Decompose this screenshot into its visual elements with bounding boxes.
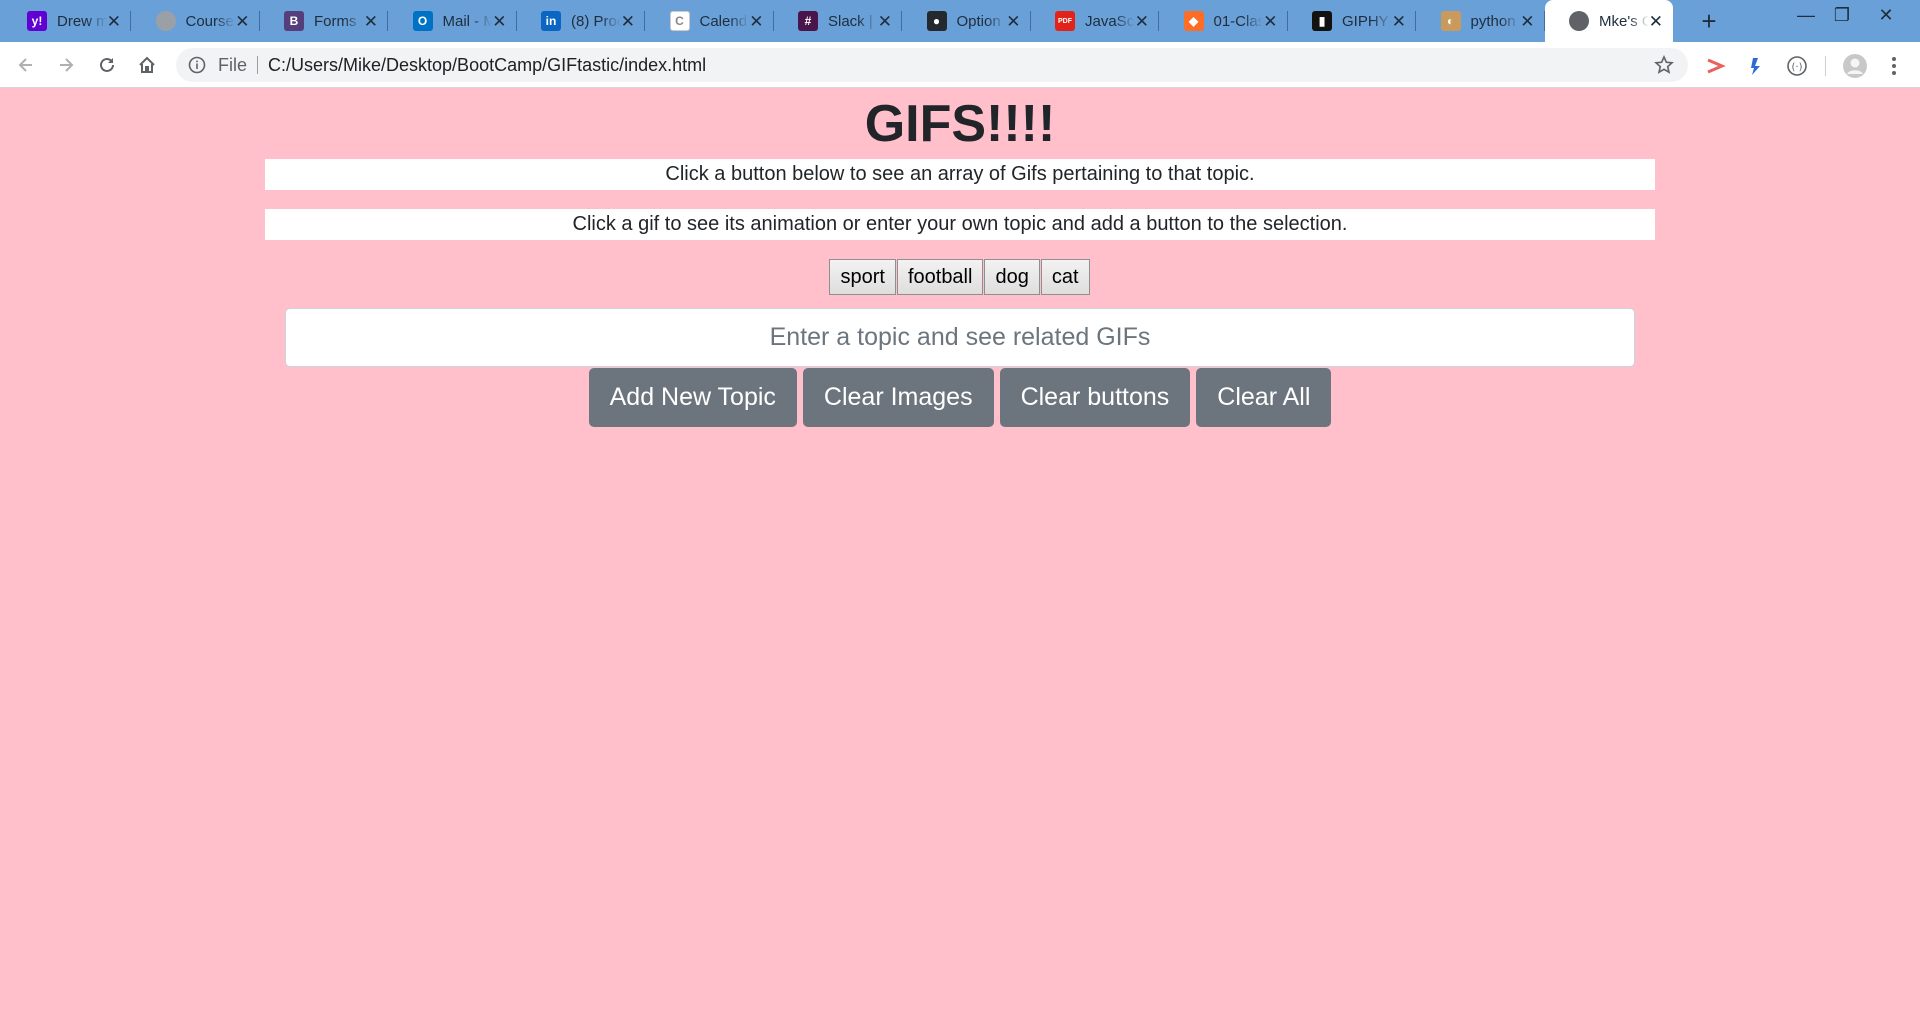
cast-extension-icon[interactable] [1704, 55, 1726, 77]
browser-tab[interactable]: in (8) Proc ✕ [517, 0, 645, 42]
tab-title: Mke's G [1599, 12, 1649, 30]
menu-kebab-icon[interactable] [1883, 55, 1905, 77]
tab-title: Course [185, 12, 234, 30]
url-text[interactable]: C:/Users/Mike/Desktop/BootCamp/GIFtastic… [268, 55, 706, 76]
clear-buttons-button[interactable]: Clear buttons [999, 368, 1191, 427]
extension-icon[interactable] [1745, 55, 1767, 77]
info-icon[interactable] [188, 56, 206, 74]
close-tab-icon[interactable]: ✕ [749, 13, 763, 30]
globe-icon [155, 11, 176, 31]
tab-title: Option [956, 12, 1001, 30]
browser-tab[interactable]: ● Option ✕ [903, 0, 1031, 42]
topic-button[interactable]: dog [984, 259, 1040, 295]
topic-button[interactable]: sport [829, 259, 896, 295]
new-tab-button[interactable]: + [1694, 6, 1724, 36]
page-content: GIFS!!!! Click a button below to see an … [0, 88, 1920, 1032]
add-new-topic-button[interactable]: Add New Topic [588, 368, 797, 427]
topic-button[interactable]: football [896, 259, 984, 295]
yahoo-icon: y! [27, 11, 47, 31]
home-icon[interactable] [131, 49, 163, 81]
giphy-icon: ▮ [1312, 11, 1332, 31]
close-tab-icon[interactable]: ✕ [364, 13, 378, 30]
reload-icon[interactable] [91, 49, 123, 81]
tracker-extension-icon[interactable]: (·) [1786, 55, 1808, 77]
browser-tab[interactable]: PDF JavaScr ✕ [1031, 0, 1159, 42]
outlook-icon: O [412, 11, 433, 31]
browser-tab[interactable]: O Mail - M ✕ [389, 0, 517, 42]
scheme-divider [257, 56, 259, 74]
bootstrap-icon: B [284, 11, 304, 31]
topic-button[interactable]: cat [1040, 259, 1090, 295]
browser-tab[interactable]: ▮ GIPHY ✕ [1288, 0, 1416, 42]
forward-icon[interactable] [50, 49, 82, 81]
browser-tab[interactable]: B Forms ✕ [260, 0, 388, 42]
browser-tab[interactable]: y! Drew m ✕ [3, 0, 131, 42]
browser-tab[interactable]: Course ✕ [132, 0, 260, 42]
close-tab-icon[interactable]: ✕ [492, 13, 506, 30]
gitlab-icon: ◆ [1183, 11, 1204, 31]
address-bar[interactable]: File C:/Users/Mike/Desktop/BootCamp/GIFt… [176, 48, 1688, 82]
browser-tab-strip: y! Drew m ✕ Course ✕ B Forms ✕ O Mail - M ✕ in (8) P… [0, 0, 1920, 42]
pdf-icon: PDF [1055, 11, 1075, 31]
tab-title: python [1470, 12, 1516, 30]
close-window-icon[interactable]: ✕ [1866, 0, 1906, 30]
tab-title: JavaScr [1085, 12, 1135, 30]
browser-tab[interactable]: ◐ python ✕ [1417, 0, 1545, 42]
avatar[interactable] [1842, 53, 1868, 79]
github-icon: ● [926, 11, 947, 31]
close-tab-icon[interactable]: ✕ [621, 13, 635, 30]
close-tab-icon[interactable]: ✕ [1135, 13, 1149, 30]
toolbar-divider [1825, 56, 1826, 76]
close-tab-icon[interactable]: ✕ [1392, 13, 1406, 30]
clear-all-button[interactable]: Clear All [1196, 368, 1332, 427]
browser-tab[interactable]: C Calend ✕ [646, 0, 774, 42]
instruction-line-1: Click a button below to see an array of … [265, 159, 1655, 190]
linkedin-icon: in [541, 11, 561, 31]
topic-input[interactable] [285, 308, 1635, 367]
python-icon: ◐ [1440, 11, 1461, 31]
tab-title: 01-Clas [1213, 12, 1264, 30]
globe-icon [1569, 11, 1589, 31]
minimize-icon[interactable]: — [1786, 0, 1826, 30]
instruction-line-2: Click a gif to see its animation or ente… [265, 209, 1655, 240]
browser-tab[interactable]: ◆ 01-Clas ✕ [1160, 0, 1288, 42]
bookmark-star-icon[interactable] [1654, 55, 1674, 75]
browser-tab[interactable]: # Slack | ✕ [774, 0, 902, 42]
tab-title: (8) Proc [571, 12, 621, 30]
close-tab-icon[interactable]: ✕ [235, 13, 249, 30]
browser-tab[interactable]: Mke's G ✕ [1545, 0, 1673, 42]
tab-title: Drew m [57, 12, 107, 30]
tab-title: Forms [314, 12, 357, 30]
close-tab-icon[interactable]: ✕ [1263, 13, 1277, 30]
svg-text:(·): (·) [1792, 62, 1803, 73]
url-scheme: File [218, 54, 248, 75]
close-tab-icon[interactable]: ✕ [107, 13, 121, 30]
tab-title: GIPHY [1342, 12, 1389, 30]
tab-title: Mail - M [442, 12, 493, 30]
browser-toolbar: File C:/Users/Mike/Desktop/BootCamp/GIFt… [0, 42, 1920, 88]
close-tab-icon[interactable]: ✕ [1520, 13, 1534, 30]
calendar-icon: C [669, 11, 690, 31]
close-tab-icon[interactable]: ✕ [1006, 13, 1020, 30]
close-tab-icon[interactable]: ✕ [1649, 13, 1663, 30]
clear-images-button[interactable]: Clear Images [802, 368, 994, 427]
slack-icon: # [798, 11, 818, 31]
topic-buttons: sport football dog cat [0, 259, 1920, 295]
page-title: GIFS!!!! [864, 95, 1056, 153]
close-tab-icon[interactable]: ✕ [878, 13, 892, 30]
tab-title: Calend [699, 12, 748, 30]
tab-title: Slack | [828, 12, 873, 30]
restore-icon[interactable]: ❐ [1822, 0, 1862, 30]
action-buttons: Add New Topic Clear Images Clear buttons… [0, 368, 1920, 427]
back-icon[interactable] [10, 49, 42, 81]
